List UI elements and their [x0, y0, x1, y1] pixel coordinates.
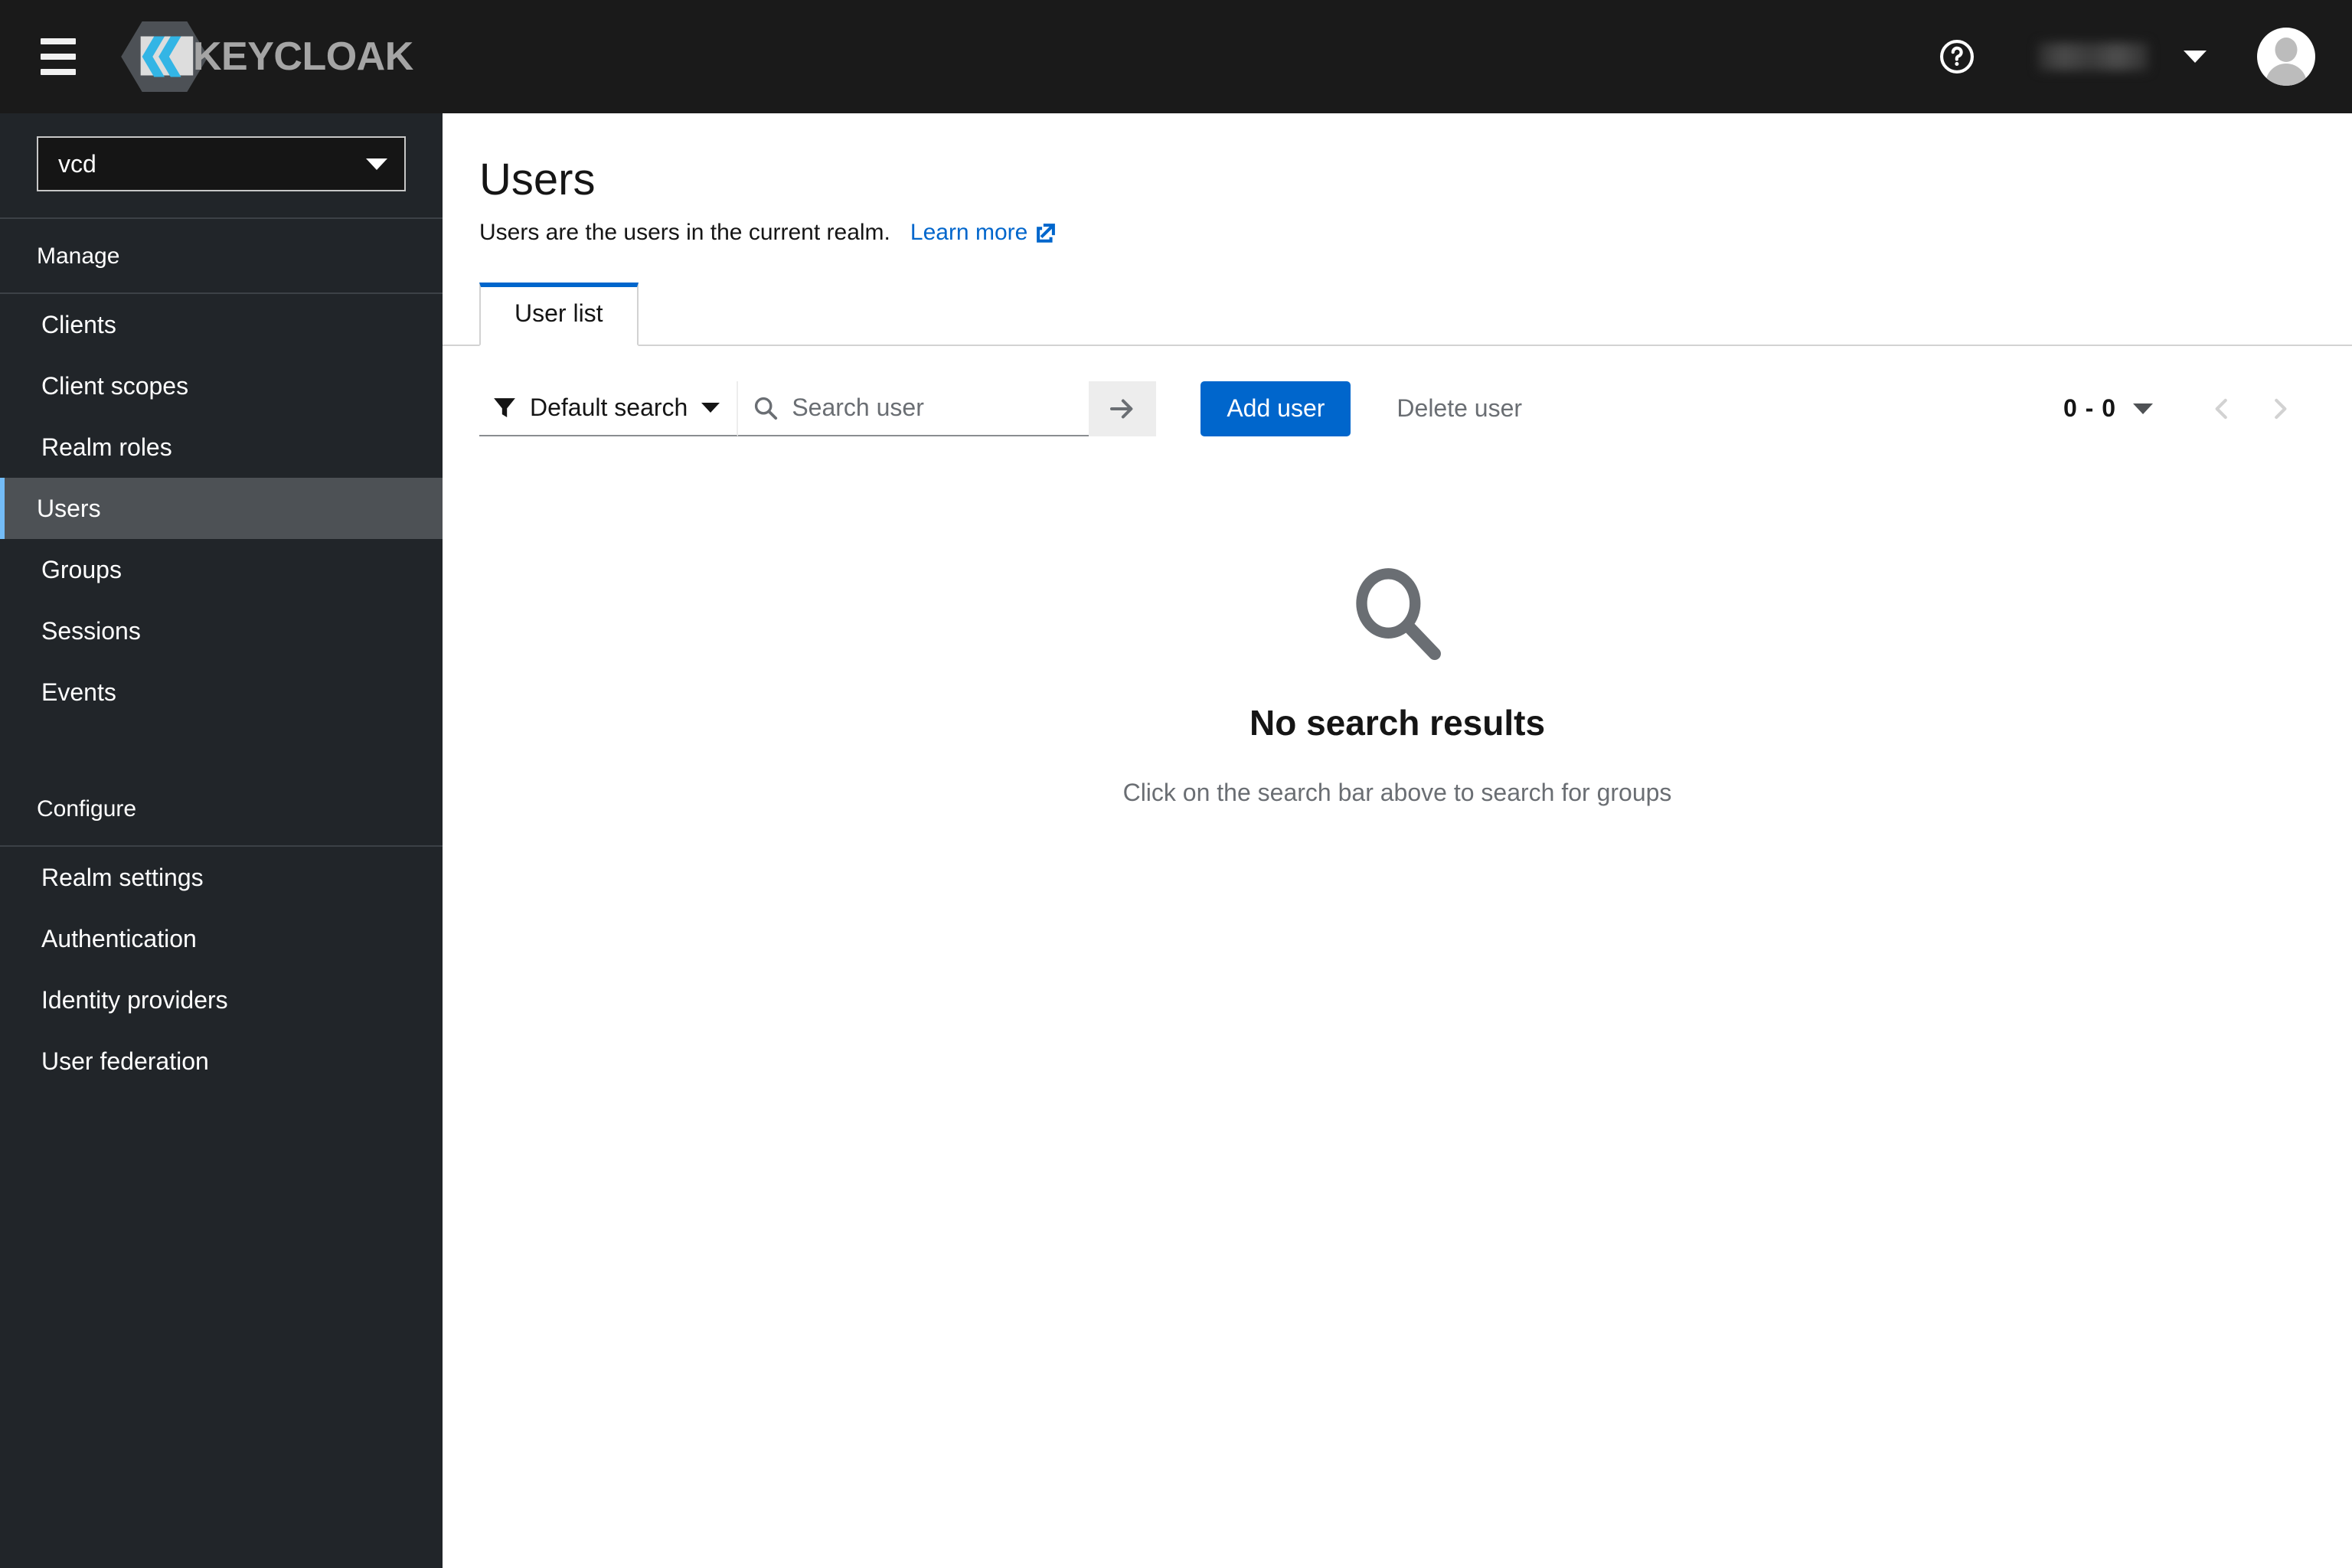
- nav-list-configure: Realm settings Authentication Identity p…: [0, 847, 443, 1092]
- empty-state-icon-container: [1350, 567, 1445, 665]
- pagination-previous-button[interactable]: [2193, 380, 2251, 438]
- avatar[interactable]: [2257, 28, 2315, 86]
- tab-label: User list: [514, 299, 603, 327]
- sidebar-item-label: Users: [37, 494, 101, 522]
- nav-list-manage: Clients Client scopes Realm roles Users …: [0, 294, 443, 723]
- sidebar-item-sessions[interactable]: Sessions: [0, 600, 443, 662]
- sidebar-item-label: Realm roles: [41, 433, 172, 461]
- sidebar-item-authentication[interactable]: Authentication: [0, 908, 443, 969]
- page-description: Users are the users in the current realm…: [479, 220, 2306, 246]
- search-type-dropdown[interactable]: Default search: [479, 381, 739, 436]
- keycloak-admin-console: KEYCLOAK vcd Manage Clients Client scope…: [0, 0, 2352, 1568]
- sidebar-item-label: Events: [41, 678, 116, 706]
- search-icon: [1356, 567, 1441, 660]
- user-name-label: [2038, 43, 2148, 70]
- search-input[interactable]: Search user: [738, 381, 1089, 436]
- brand-name: KEYCLOAK: [193, 34, 413, 79]
- empty-state-title: No search results: [1249, 702, 1546, 743]
- external-link-icon: [1037, 223, 1056, 243]
- tab-bar: User list: [443, 282, 2352, 346]
- sidebar-item-groups[interactable]: Groups: [0, 539, 443, 600]
- learn-more-label: Learn more: [910, 219, 1028, 245]
- page-body: vcd Manage Clients Client scopes Realm r…: [0, 113, 2352, 1568]
- sidebar-item-users[interactable]: Users: [0, 478, 443, 539]
- sidebar-item-label: Groups: [41, 555, 122, 583]
- page-header: Users Users are the users in the current…: [443, 113, 2352, 246]
- page-title: Users: [479, 155, 596, 204]
- realm-selector-container: vcd: [0, 113, 443, 217]
- page-subtitle: Users are the users in the current realm…: [479, 219, 890, 245]
- search-icon: [755, 397, 778, 420]
- sidebar-item-client-scopes[interactable]: Client scopes: [0, 355, 443, 416]
- chevron-down-icon: [701, 403, 720, 413]
- search-submit-button[interactable]: [1089, 381, 1157, 436]
- realm-selector-value: vcd: [58, 150, 96, 178]
- sidebar-item-label: User federation: [41, 1047, 209, 1075]
- sidebar-item-identity-providers[interactable]: Identity providers: [0, 969, 443, 1031]
- sidebar-item-label: Clients: [41, 310, 116, 338]
- hamburger-bar: [41, 69, 76, 75]
- toolbar: Default search Search user Add user Dele…: [443, 346, 2352, 470]
- chevron-left-icon: [2215, 398, 2227, 419]
- learn-more-link[interactable]: Learn more: [910, 220, 1057, 246]
- sidebar-item-label: Client scopes: [41, 371, 189, 400]
- sidebar-item-user-federation[interactable]: User federation: [0, 1031, 443, 1092]
- tab-user-list[interactable]: User list: [479, 282, 639, 346]
- filter-icon: [494, 397, 515, 417]
- sidebar-item-realm-settings[interactable]: Realm settings: [0, 847, 443, 908]
- nav-section-title-configure: Configure: [37, 796, 137, 822]
- delete-user-button[interactable]: Delete user: [1370, 381, 1548, 436]
- pagination: 0 - 0: [2063, 380, 2309, 438]
- sidebar-item-clients[interactable]: Clients: [0, 294, 443, 355]
- question-circle-icon: [1940, 40, 1974, 74]
- realm-selector[interactable]: vcd: [37, 136, 406, 191]
- chevron-right-icon: [2275, 398, 2287, 419]
- user-menu-toggle[interactable]: [2038, 43, 2207, 70]
- add-user-button[interactable]: Add user: [1200, 381, 1351, 436]
- hamburger-bar: [41, 54, 76, 60]
- chevron-down-icon: [2184, 51, 2207, 63]
- pagination-range: 0 - 0: [2063, 394, 2116, 423]
- pagination-options-chevron-down-icon[interactable]: [2133, 403, 2153, 414]
- arrow-right-icon: [1110, 399, 1133, 419]
- sidebar-item-events[interactable]: Events: [0, 662, 443, 723]
- empty-state-body: Click on the search bar above to search …: [1122, 778, 1672, 806]
- chevron-down-icon: [366, 158, 387, 170]
- nav-section-title-manage: Manage: [37, 243, 120, 269]
- pagination-next-button[interactable]: [2251, 380, 2309, 438]
- sidebar: vcd Manage Clients Client scopes Realm r…: [0, 113, 443, 1568]
- search-type-label: Default search: [530, 394, 688, 422]
- masthead-toolbar: [1929, 28, 2315, 86]
- global-nav-toggle-icon[interactable]: [29, 28, 87, 86]
- sidebar-item-realm-roles[interactable]: Realm roles: [0, 416, 443, 478]
- sidebar-item-label: Identity providers: [41, 985, 228, 1014]
- masthead: KEYCLOAK: [0, 0, 2352, 113]
- brand-logo-link[interactable]: KEYCLOAK: [119, 20, 413, 93]
- main-content: Users Users are the users in the current…: [443, 113, 2352, 1568]
- search-input-placeholder: Search user: [792, 394, 924, 422]
- sidebar-item-label: Realm settings: [41, 863, 204, 891]
- sidebar-item-label: Sessions: [41, 616, 141, 645]
- empty-state: No search results Click on the search ba…: [443, 470, 2352, 1568]
- hamburger-bar: [41, 38, 76, 44]
- help-icon[interactable]: [1929, 29, 1984, 84]
- sidebar-item-label: Authentication: [41, 924, 197, 952]
